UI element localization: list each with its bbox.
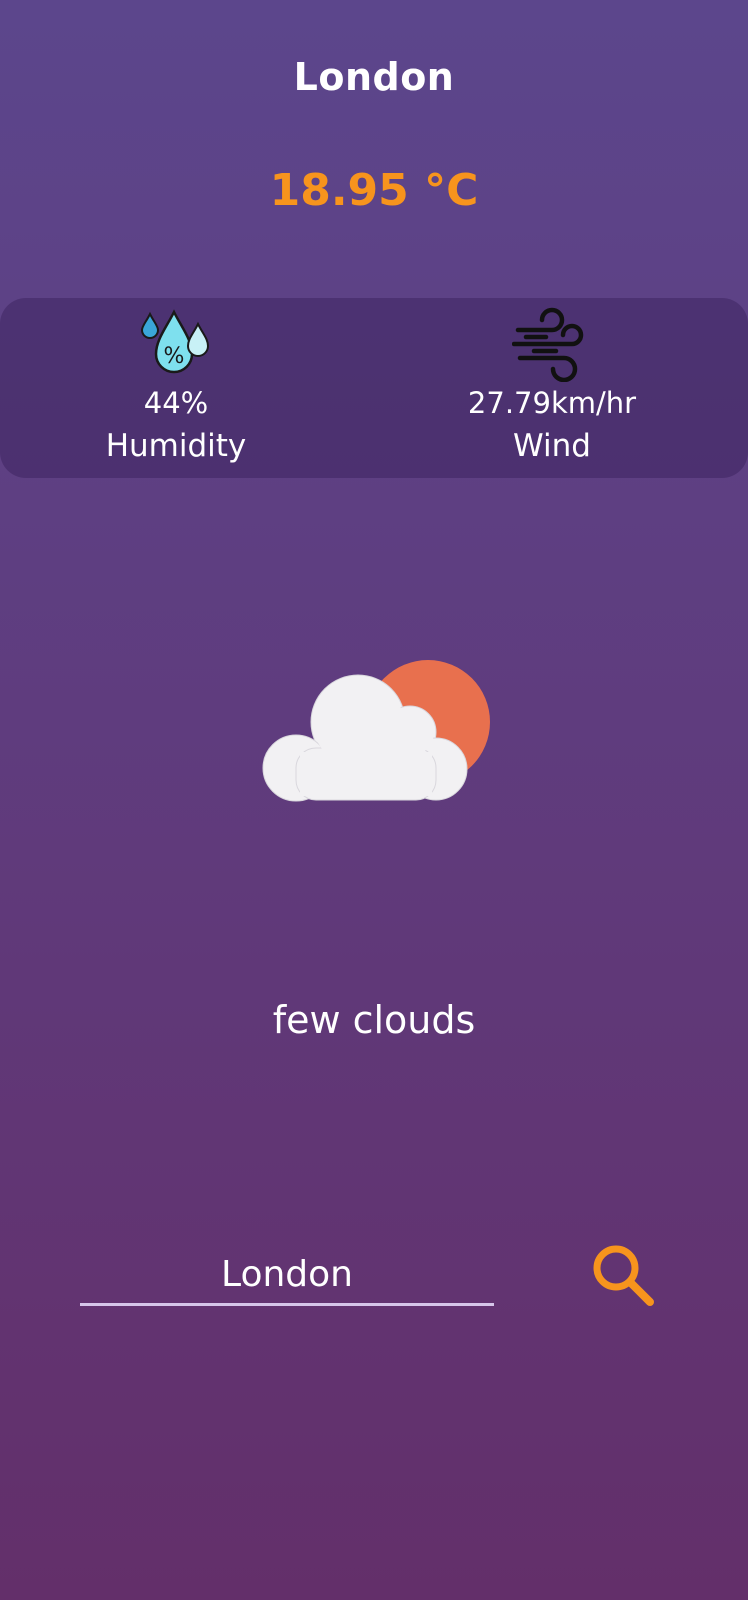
humidity-label: Humidity	[105, 428, 247, 464]
svg-text:%: %	[164, 344, 185, 369]
weather-stats-card: % 44% Humidity 27.79km/hr Wind	[0, 298, 748, 478]
temperature: 18.95 °C	[269, 165, 479, 216]
search-button[interactable]	[588, 1240, 658, 1310]
city-search-input[interactable]	[80, 1246, 494, 1306]
few-clouds-icon	[262, 660, 490, 802]
humidity-drops-icon: %	[140, 309, 210, 374]
search-icon	[593, 1245, 654, 1306]
humidity-value: 44%	[143, 386, 209, 420]
humidity-stat: % 44% Humidity	[26, 298, 326, 478]
wind-value: 27.79km/hr	[467, 386, 637, 420]
weather-description: few clouds	[272, 998, 476, 1042]
wind-icon	[512, 307, 584, 382]
wind-stat: 27.79km/hr Wind	[402, 298, 702, 478]
city-name: London	[293, 55, 455, 99]
wind-label: Wind	[513, 428, 591, 464]
